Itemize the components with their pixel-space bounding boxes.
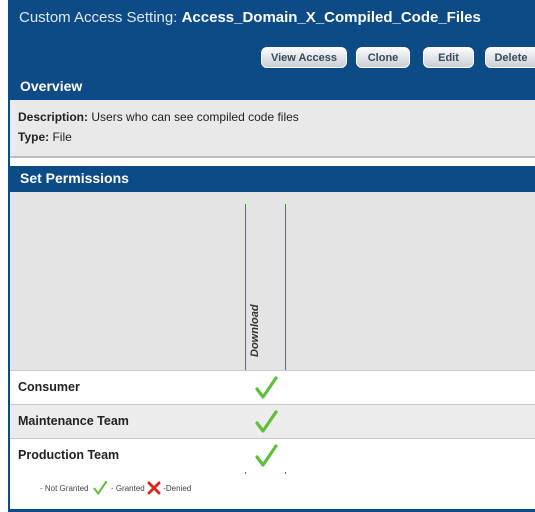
overview-body: Description: Users who can see compiled … [10,100,535,158]
table-row: Maintenance Team [10,404,535,438]
page-title: Access_Domain_X_Compiled_Code_Files [181,9,481,26]
view-access-button[interactable]: View Access [261,47,347,68]
permissions-table: Download Consumer Maintenance Team Produ… [10,192,535,484]
delete-button[interactable]: Delete [485,47,535,68]
check-icon[interactable] [254,443,278,469]
description-line: Description: Users who can see compiled … [18,107,535,127]
permissions-column-header [10,192,535,370]
edit-button[interactable]: Edit [423,47,474,68]
description-value: Users who can see compiled code files [91,110,299,124]
toolbar: View Access Clone Edit Delete [10,36,535,74]
type-line: Type: File [18,127,535,147]
download-column-label: Download [249,304,261,357]
check-icon [93,480,107,495]
legend-not-granted: - Not Granted [40,483,89,493]
overview-header: Overview [10,74,535,100]
title-bar: Custom Access Setting: Access_Domain_X_C… [10,0,535,36]
permissions-legend: - Not Granted - Granted -Denied [40,480,191,496]
type-value: File [52,130,72,144]
description-label: Description: [18,110,89,124]
type-label: Type: [18,130,50,144]
custom-access-setting-panel: Custom Access Setting: Access_Domain_X_C… [8,0,535,512]
row-label: Consumer [18,380,80,394]
set-permissions-header: Set Permissions [10,166,535,192]
legend-denied: -Denied [163,483,192,493]
row-label: Production Team [18,448,120,462]
table-row: Production Team [10,438,535,472]
clone-button[interactable]: Clone [356,47,410,68]
check-icon[interactable] [254,375,278,401]
title-prefix: Custom Access Setting: [19,9,182,26]
x-icon [147,481,161,495]
legend-granted: - Granted [110,483,145,493]
row-label: Maintenance Team [18,414,129,428]
check-icon[interactable] [254,409,278,435]
table-row: Consumer [10,370,535,404]
